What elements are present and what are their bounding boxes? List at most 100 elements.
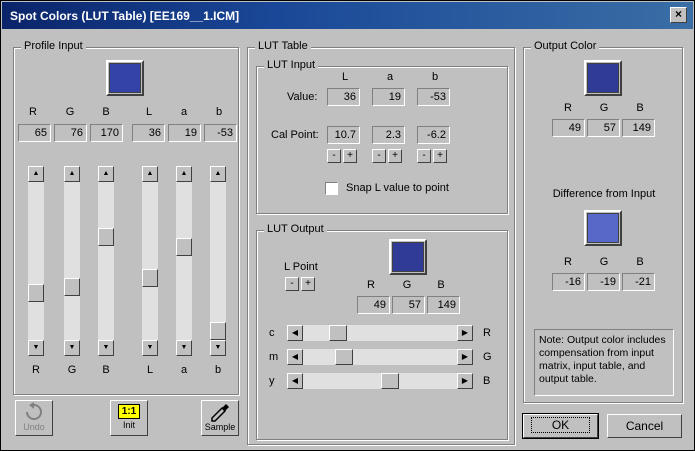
slider-y-left-arrow-icon[interactable]: ◀ bbox=[287, 373, 303, 389]
slider-b-down-arrow-icon[interactable]: ▼ bbox=[98, 340, 114, 356]
cancel-button[interactable]: Cancel bbox=[607, 414, 682, 438]
profile-input-swatch-fill bbox=[109, 63, 141, 93]
slider-a[interactable]: ▲ ▼ bbox=[176, 166, 192, 356]
ok-label: OK bbox=[530, 417, 591, 433]
slider-b-lab[interactable]: ▲ ▼ bbox=[210, 166, 226, 356]
lut-input-a-value[interactable]: 19 bbox=[372, 88, 405, 106]
slider-g-down-arrow-icon[interactable]: ▼ bbox=[64, 340, 80, 356]
diff-b-value[interactable]: -21 bbox=[622, 273, 655, 291]
profile-a-value[interactable]: 19 bbox=[168, 124, 201, 142]
snap-l-checkbox[interactable] bbox=[325, 182, 338, 195]
cal-b-minus-button[interactable]: - bbox=[417, 149, 431, 163]
cal-point-b-value[interactable]: -6.2 bbox=[417, 126, 450, 144]
title-bar[interactable]: Spot Colors (LUT Table) [EE169__1.ICM] × bbox=[2, 2, 693, 29]
lut-table-label: LUT Table bbox=[255, 40, 311, 52]
slider-g-thumb[interactable] bbox=[64, 278, 80, 296]
slider-c-thumb[interactable] bbox=[329, 325, 347, 341]
undo-button[interactable]: Undo bbox=[15, 400, 53, 436]
profile-l-value[interactable]: 36 bbox=[132, 124, 165, 142]
slider-a-thumb[interactable] bbox=[176, 238, 192, 256]
profile-b-value[interactable]: 170 bbox=[90, 124, 123, 142]
slider-y[interactable]: ◀ ▶ bbox=[287, 373, 473, 389]
lut-input-b-value[interactable]: -53 bbox=[417, 88, 450, 106]
lut-input-b-header: b bbox=[431, 71, 439, 83]
lut-output-b-value[interactable]: 149 bbox=[427, 296, 460, 314]
slider-b-lab-thumb[interactable] bbox=[210, 322, 226, 340]
output-note: Note: Output color includes compensation… bbox=[534, 329, 674, 396]
slider-m[interactable]: ◀ ▶ bbox=[287, 349, 473, 365]
slider-m-track[interactable] bbox=[287, 349, 473, 365]
profile-b-lab-value[interactable]: -53 bbox=[204, 124, 237, 142]
slider-r-up-arrow-icon[interactable]: ▲ bbox=[28, 166, 44, 182]
slider-b-lab-up-arrow-icon[interactable]: ▲ bbox=[210, 166, 226, 182]
slider-l[interactable]: ▲ ▼ bbox=[142, 166, 158, 356]
lut-output-b-header: B bbox=[437, 279, 445, 291]
slider-m-thumb[interactable] bbox=[335, 349, 353, 365]
slider-l-thumb[interactable] bbox=[142, 269, 158, 287]
slider-c[interactable]: ◀ ▶ bbox=[287, 325, 473, 341]
slider-c-left-arrow-icon[interactable]: ◀ bbox=[287, 325, 303, 341]
slider-r-track[interactable] bbox=[28, 166, 44, 356]
slider-b[interactable]: ▲ ▼ bbox=[98, 166, 114, 356]
slider-m-label: m bbox=[269, 351, 279, 363]
slider-b-up-arrow-icon[interactable]: ▲ bbox=[98, 166, 114, 182]
output-g-value[interactable]: 57 bbox=[587, 119, 620, 137]
lut-input-value-label: Value: bbox=[287, 91, 318, 103]
slider-r[interactable]: ▲ ▼ bbox=[28, 166, 44, 356]
cal-a-plus-button[interactable]: + bbox=[388, 149, 402, 163]
slider-r-label: R bbox=[32, 364, 40, 376]
output-color-swatch-fill bbox=[587, 63, 619, 93]
slider-a-track[interactable] bbox=[176, 166, 192, 356]
slider-y-thumb[interactable] bbox=[381, 373, 399, 389]
slider-r-down-arrow-icon[interactable]: ▼ bbox=[28, 340, 44, 356]
slider-a-down-arrow-icon[interactable]: ▼ bbox=[176, 340, 192, 356]
slider-y-right-arrow-icon[interactable]: ▶ bbox=[457, 373, 473, 389]
slider-g-track[interactable] bbox=[64, 166, 80, 356]
profile-r-value[interactable]: 65 bbox=[18, 124, 51, 142]
cal-point-l-value[interactable]: 10.7 bbox=[327, 126, 360, 144]
cal-point-a-value[interactable]: 2.3 bbox=[372, 126, 405, 144]
undo-icon bbox=[26, 402, 42, 420]
sample-button[interactable]: Sample bbox=[201, 400, 239, 436]
diff-g-value[interactable]: -19 bbox=[587, 273, 620, 291]
slider-y-track[interactable] bbox=[287, 373, 473, 389]
lut-output-g-value[interactable]: 57 bbox=[392, 296, 425, 314]
cal-b-plus-button[interactable]: + bbox=[433, 149, 447, 163]
lut-output-group: LUT Output L Point - + R G B 49 57 149 c… bbox=[256, 223, 508, 440]
profile-input-group: Profile Input R G B L a b 65 76 170 36 1… bbox=[13, 40, 239, 395]
slider-g[interactable]: ▲ ▼ bbox=[64, 166, 80, 356]
lut-input-l-value[interactable]: 36 bbox=[327, 88, 360, 106]
slider-r-thumb[interactable] bbox=[28, 284, 44, 302]
l-point-minus-button[interactable]: - bbox=[285, 277, 299, 291]
profile-g-value[interactable]: 76 bbox=[54, 124, 87, 142]
profile-b-header: B bbox=[102, 106, 110, 118]
slider-l-up-arrow-icon[interactable]: ▲ bbox=[142, 166, 158, 182]
cal-l-minus-button[interactable]: - bbox=[327, 149, 341, 163]
cal-l-plus-button[interactable]: + bbox=[343, 149, 357, 163]
lut-output-r-header: R bbox=[367, 279, 375, 291]
lut-output-swatch-fill bbox=[392, 242, 424, 272]
slider-m-right-arrow-icon[interactable]: ▶ bbox=[457, 349, 473, 365]
slider-m-left-arrow-icon[interactable]: ◀ bbox=[287, 349, 303, 365]
slider-c-right-arrow-icon[interactable]: ▶ bbox=[457, 325, 473, 341]
slider-b-track[interactable] bbox=[98, 166, 114, 356]
cal-a-minus-button[interactable]: - bbox=[372, 149, 386, 163]
slider-a-up-arrow-icon[interactable]: ▲ bbox=[176, 166, 192, 182]
slider-b-lab-down-arrow-icon[interactable]: ▼ bbox=[210, 340, 226, 356]
l-point-plus-button[interactable]: + bbox=[301, 277, 315, 291]
diff-r-value[interactable]: -16 bbox=[552, 273, 585, 291]
slider-c-track[interactable] bbox=[287, 325, 473, 341]
ok-button[interactable]: OK bbox=[522, 413, 599, 439]
lut-output-r-value[interactable]: 49 bbox=[357, 296, 390, 314]
init-button[interactable]: 1:1 Init bbox=[110, 400, 148, 436]
output-b-header: B bbox=[636, 102, 644, 114]
slider-l-track[interactable] bbox=[142, 166, 158, 356]
slider-b-thumb[interactable] bbox=[98, 228, 114, 246]
slider-g-up-arrow-icon[interactable]: ▲ bbox=[64, 166, 80, 182]
output-b-value[interactable]: 149 bbox=[622, 119, 655, 137]
close-button[interactable]: × bbox=[670, 7, 687, 23]
sample-label: Sample bbox=[204, 422, 236, 432]
init-label: Init bbox=[122, 420, 135, 430]
output-r-value[interactable]: 49 bbox=[552, 119, 585, 137]
slider-l-down-arrow-icon[interactable]: ▼ bbox=[142, 340, 158, 356]
